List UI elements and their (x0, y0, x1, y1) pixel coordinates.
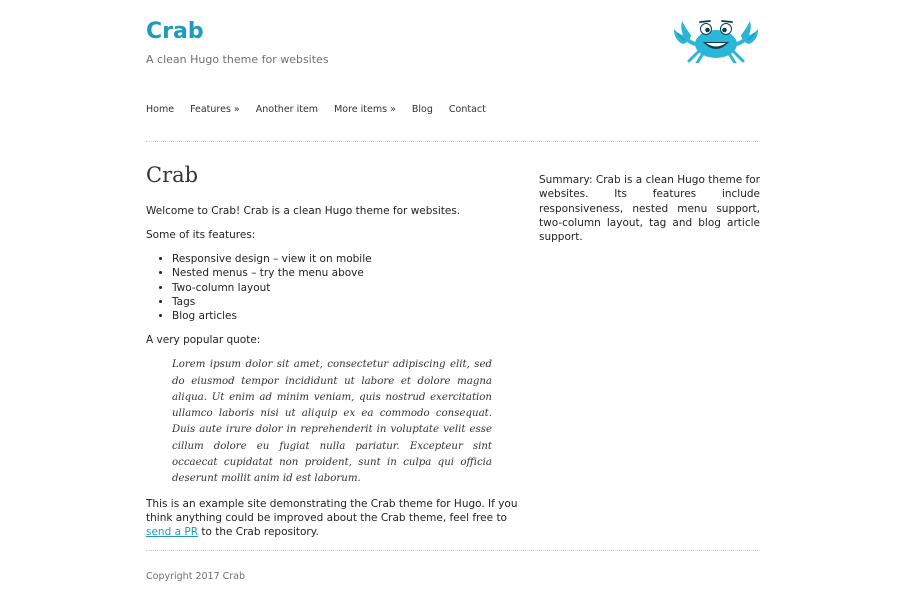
quote-lead: A very popular quote: (146, 334, 261, 347)
nav-item-contact[interactable]: Contact (449, 103, 486, 116)
send-pr-link[interactable]: send a PR (146, 526, 198, 538)
footer-copyright: Copyright 2017 Crab (146, 571, 246, 582)
sidebar-summary: Summary: Crab is a clean Hugo theme for … (539, 174, 760, 244)
nav-item-more-items[interactable]: More items » (334, 103, 396, 116)
list-item: Nested menus – try the menu above (172, 266, 521, 280)
main-nav: Home Features » Another item More items … (146, 103, 502, 116)
footer-divider (146, 550, 760, 551)
site-tagline: A clean Hugo theme for websites (146, 53, 329, 66)
features-lead: Some of its features: (146, 229, 256, 241)
closing-paragraph: This is an example site demonstrating th… (146, 497, 521, 539)
nav-item-blog[interactable]: Blog (412, 103, 433, 116)
header-divider (146, 141, 760, 142)
crab-icon[interactable] (669, 13, 763, 63)
nav-item-features[interactable]: Features » (190, 103, 240, 116)
site-title[interactable]: Crab (146, 18, 204, 46)
nav-item-another-item[interactable]: Another item (256, 103, 318, 116)
list-item: Two-column layout (172, 281, 521, 295)
list-item: Tags (172, 295, 521, 309)
nav-item-home[interactable]: Home (146, 103, 174, 116)
closing-text-start: This is an example site demonstrating th… (146, 498, 518, 525)
list-item: Responsive design – view it on mobile (172, 252, 521, 266)
intro-paragraph: Welcome to Crab! Crab is a clean Hugo th… (146, 205, 461, 217)
page-title: Crab (146, 163, 199, 187)
list-item: Blog articles (172, 309, 521, 323)
popular-quote: Lorem ipsum dolor sit amet, consectetur … (172, 359, 492, 484)
main-content: Crab Welcome to Crab! Crab is a clean Hu… (146, 160, 521, 549)
features-list: Responsive design – view it on mobile Ne… (146, 252, 521, 323)
closing-text-end: to the Crab repository. (198, 526, 319, 539)
